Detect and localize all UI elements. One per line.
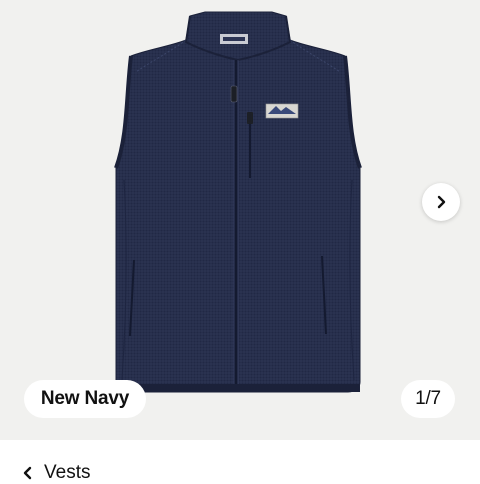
next-image-button[interactable] (422, 183, 460, 221)
breadcrumb-back-link[interactable]: Vests (22, 462, 90, 484)
color-name-badge: New Navy (24, 380, 146, 418)
product-gallery[interactable]: New Navy 1/7 (0, 0, 480, 440)
chevron-right-icon (437, 195, 446, 209)
chevron-left-icon (23, 466, 32, 480)
product-image (100, 11, 376, 393)
image-counter: 1/7 (401, 380, 455, 418)
breadcrumb-label: Vests (44, 462, 91, 483)
